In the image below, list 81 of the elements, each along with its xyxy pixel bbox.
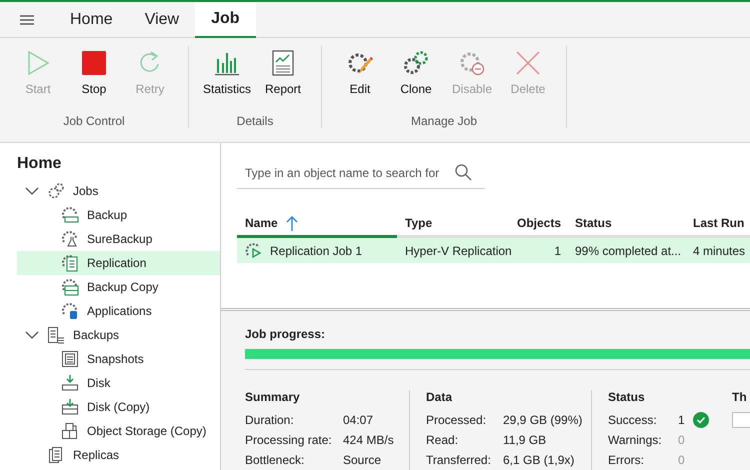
tree-item[interactable]: Backup Copy [17,275,220,299]
stat-label: Bottleneck: [245,453,306,467]
chevron-icon[interactable] [25,330,39,340]
stat-label: Success: [608,413,658,427]
stat-value: 6,1 GB (1,9x) [503,453,574,467]
table-cell: 4 minutes [693,244,746,258]
tree-item[interactable]: Disk (Copy) [17,395,220,419]
table-cell: Replication Job 1 [270,244,362,258]
menu-tab[interactable]: Home [54,2,129,37]
close-icon [515,50,541,76]
search-icon[interactable] [455,164,472,181]
gear-icon [61,230,79,248]
tree-item[interactable]: Applications [17,299,220,323]
stat-label: Processing rate: [245,433,333,447]
report-icon [270,50,296,76]
document-icon [47,446,65,464]
stat-label: Read: [426,433,460,447]
search-field[interactable]: Type in an object name to search for [245,166,445,180]
menu-tab[interactable]: Job [195,2,256,38]
stat-value: 0 [678,453,685,467]
tree-item[interactable]: Backup [17,203,220,227]
column-header[interactable]: Objects [512,211,567,235]
table-row[interactable]: Replication Job 1 Hyper-V Replication 1 99% completed at... 4 minutes [237,238,750,263]
column-header[interactable]: Type [397,211,512,235]
gear-icon [61,278,79,296]
stat-value: 04:07 [343,413,374,427]
stat-label: Processed: [426,413,488,427]
table-cell: 99% completed at... [575,244,682,258]
storage-icon [61,350,79,368]
group-label: Manage Job [410,114,478,128]
section-title: Summary [245,390,301,406]
chevron-icon[interactable] [25,186,39,196]
table-cell: 1 [554,244,561,258]
gear-play-icon [245,242,262,259]
storage-icon [61,374,79,392]
stat-value: 11,9 GB [503,433,546,447]
stat-label: Errors: [608,453,645,467]
ribbon-button[interactable]: Clone [390,46,442,114]
tree-item[interactable]: Backups [17,323,220,347]
stat-value: Source [343,453,382,467]
group-label: Details [236,114,274,128]
tree-item[interactable]: SureBackup [17,227,220,251]
progress-label: Job progress: [245,327,326,341]
stat-value: 1 [678,413,685,427]
section-title: Th [732,390,748,406]
table-cell: Hyper-V Replication [405,244,512,258]
tree-item[interactable]: Jobs [17,179,220,203]
sidebar-title: Home [16,155,62,173]
column-header[interactable]: Last Run [685,211,745,235]
stat-value: 0 [678,433,685,447]
ribbon-button[interactable]: Stop [68,46,120,114]
stop-icon [81,50,107,76]
ribbon-button[interactable]: Edit [334,46,386,114]
gears-icon [47,182,65,200]
tree-item[interactable]: Object Storage (Copy) [17,419,220,443]
gears-icon [403,50,429,76]
menu-icon[interactable] [20,14,34,24]
stat-label: Transferred: [426,453,492,467]
stat-value: 424 MB/s [343,433,394,447]
stat-label: Warnings: [608,433,663,447]
storage-icon [61,422,79,440]
document-icon [47,326,65,344]
group-label: Job Control [63,114,125,128]
gear-minus-icon [459,50,485,76]
stat-value: 29,9 GB (99%) [503,413,582,427]
gear-icon [61,254,79,272]
bar-chart-icon [214,50,240,76]
section-title: Status [608,390,646,406]
ribbon-button[interactable]: Report [257,46,309,114]
tree-item[interactable]: Snapshots [17,347,220,371]
tree-item[interactable]: Replication [17,251,220,275]
gear-icon [61,206,79,224]
storage-icon [61,398,79,416]
tree-item[interactable]: Disk [17,371,220,395]
menu-tab[interactable]: View [128,2,196,37]
tree-item[interactable]: Replicas [17,443,220,467]
stat-label: Duration: [245,413,295,427]
gear-icon [61,302,79,320]
ribbon-button[interactable]: Statistics [201,46,253,114]
section-title: Data [426,390,454,406]
column-header[interactable]: Status [567,211,685,235]
